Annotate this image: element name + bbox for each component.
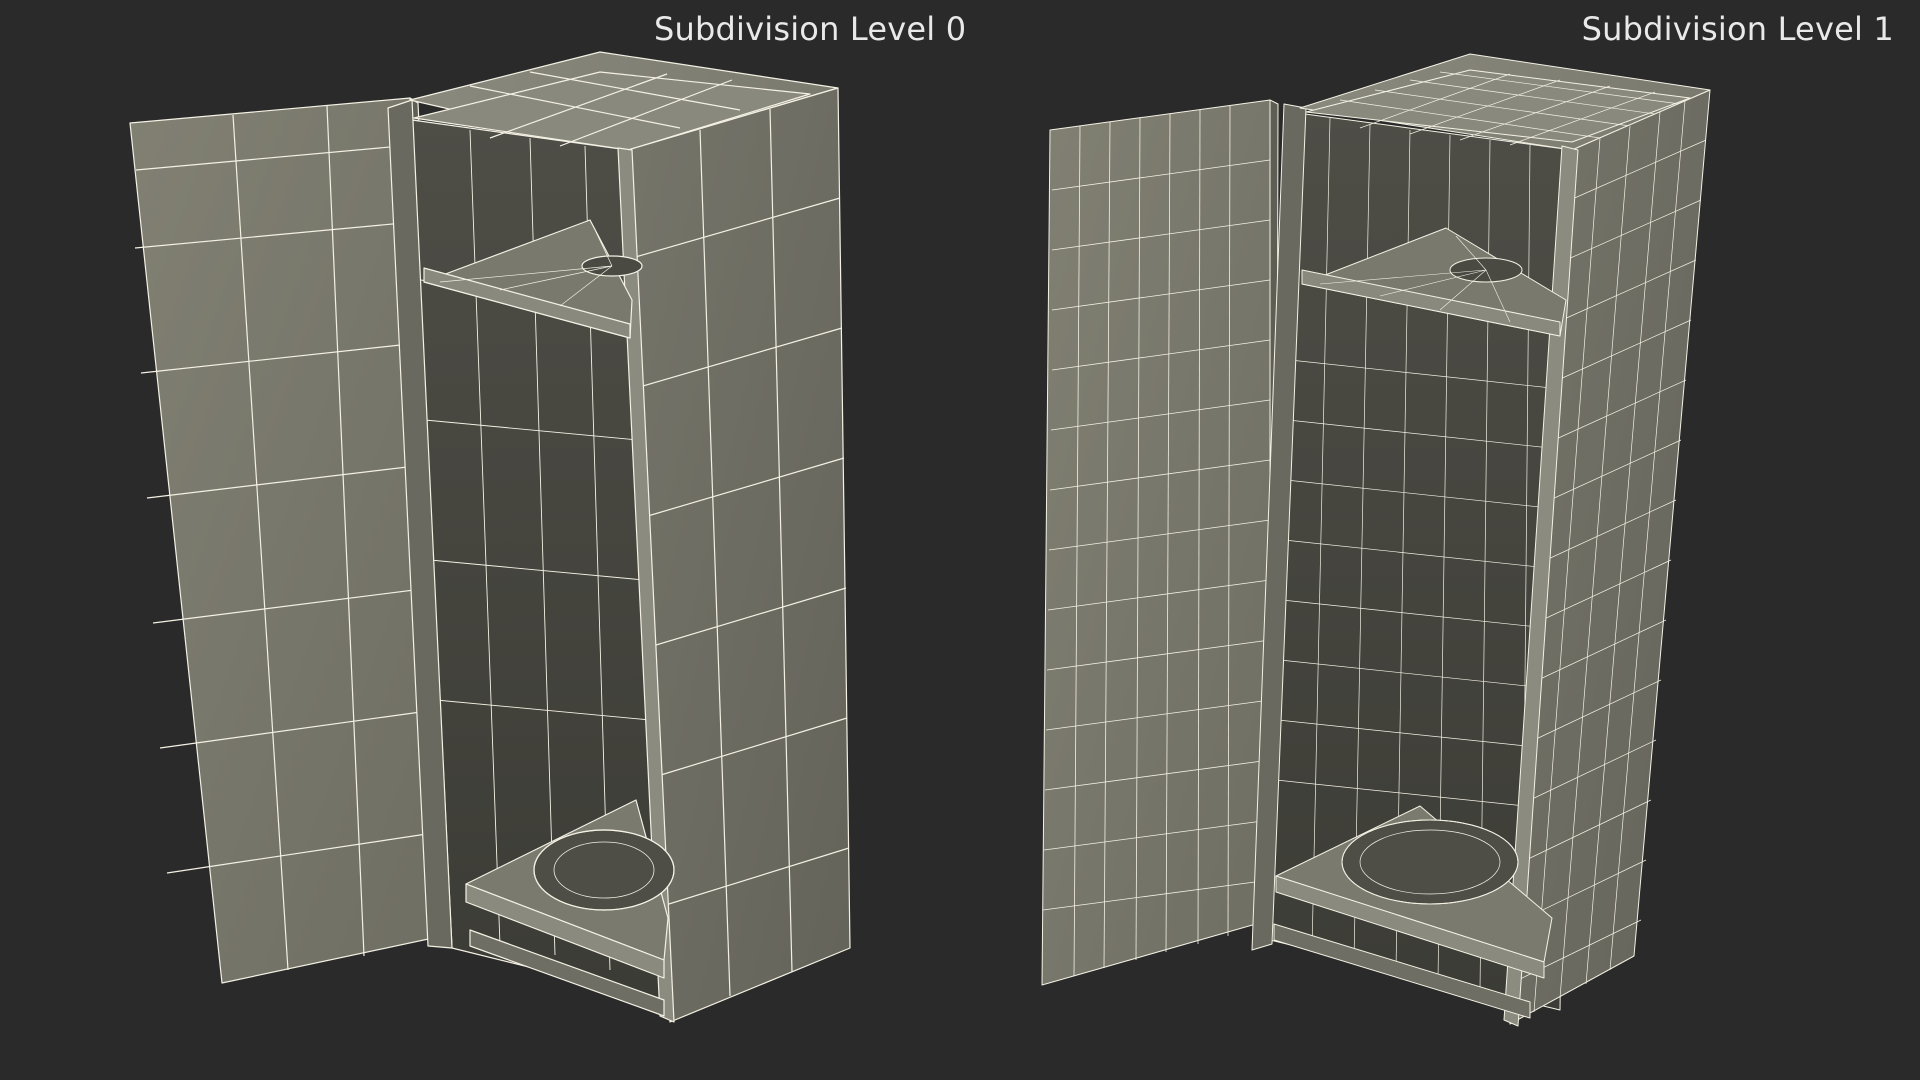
wireframe-render-canvas <box>129 51 1711 1027</box>
cabinet-model-level-1 <box>1041 53 1711 1027</box>
door-panel-right <box>1041 99 1271 986</box>
shelf-hole-lower-right <box>1341 819 1519 905</box>
viewport: Subdivision Level 0 Subdivision Level 1 <box>0 0 1920 1080</box>
cabinet-model-level-0 <box>129 51 851 1023</box>
